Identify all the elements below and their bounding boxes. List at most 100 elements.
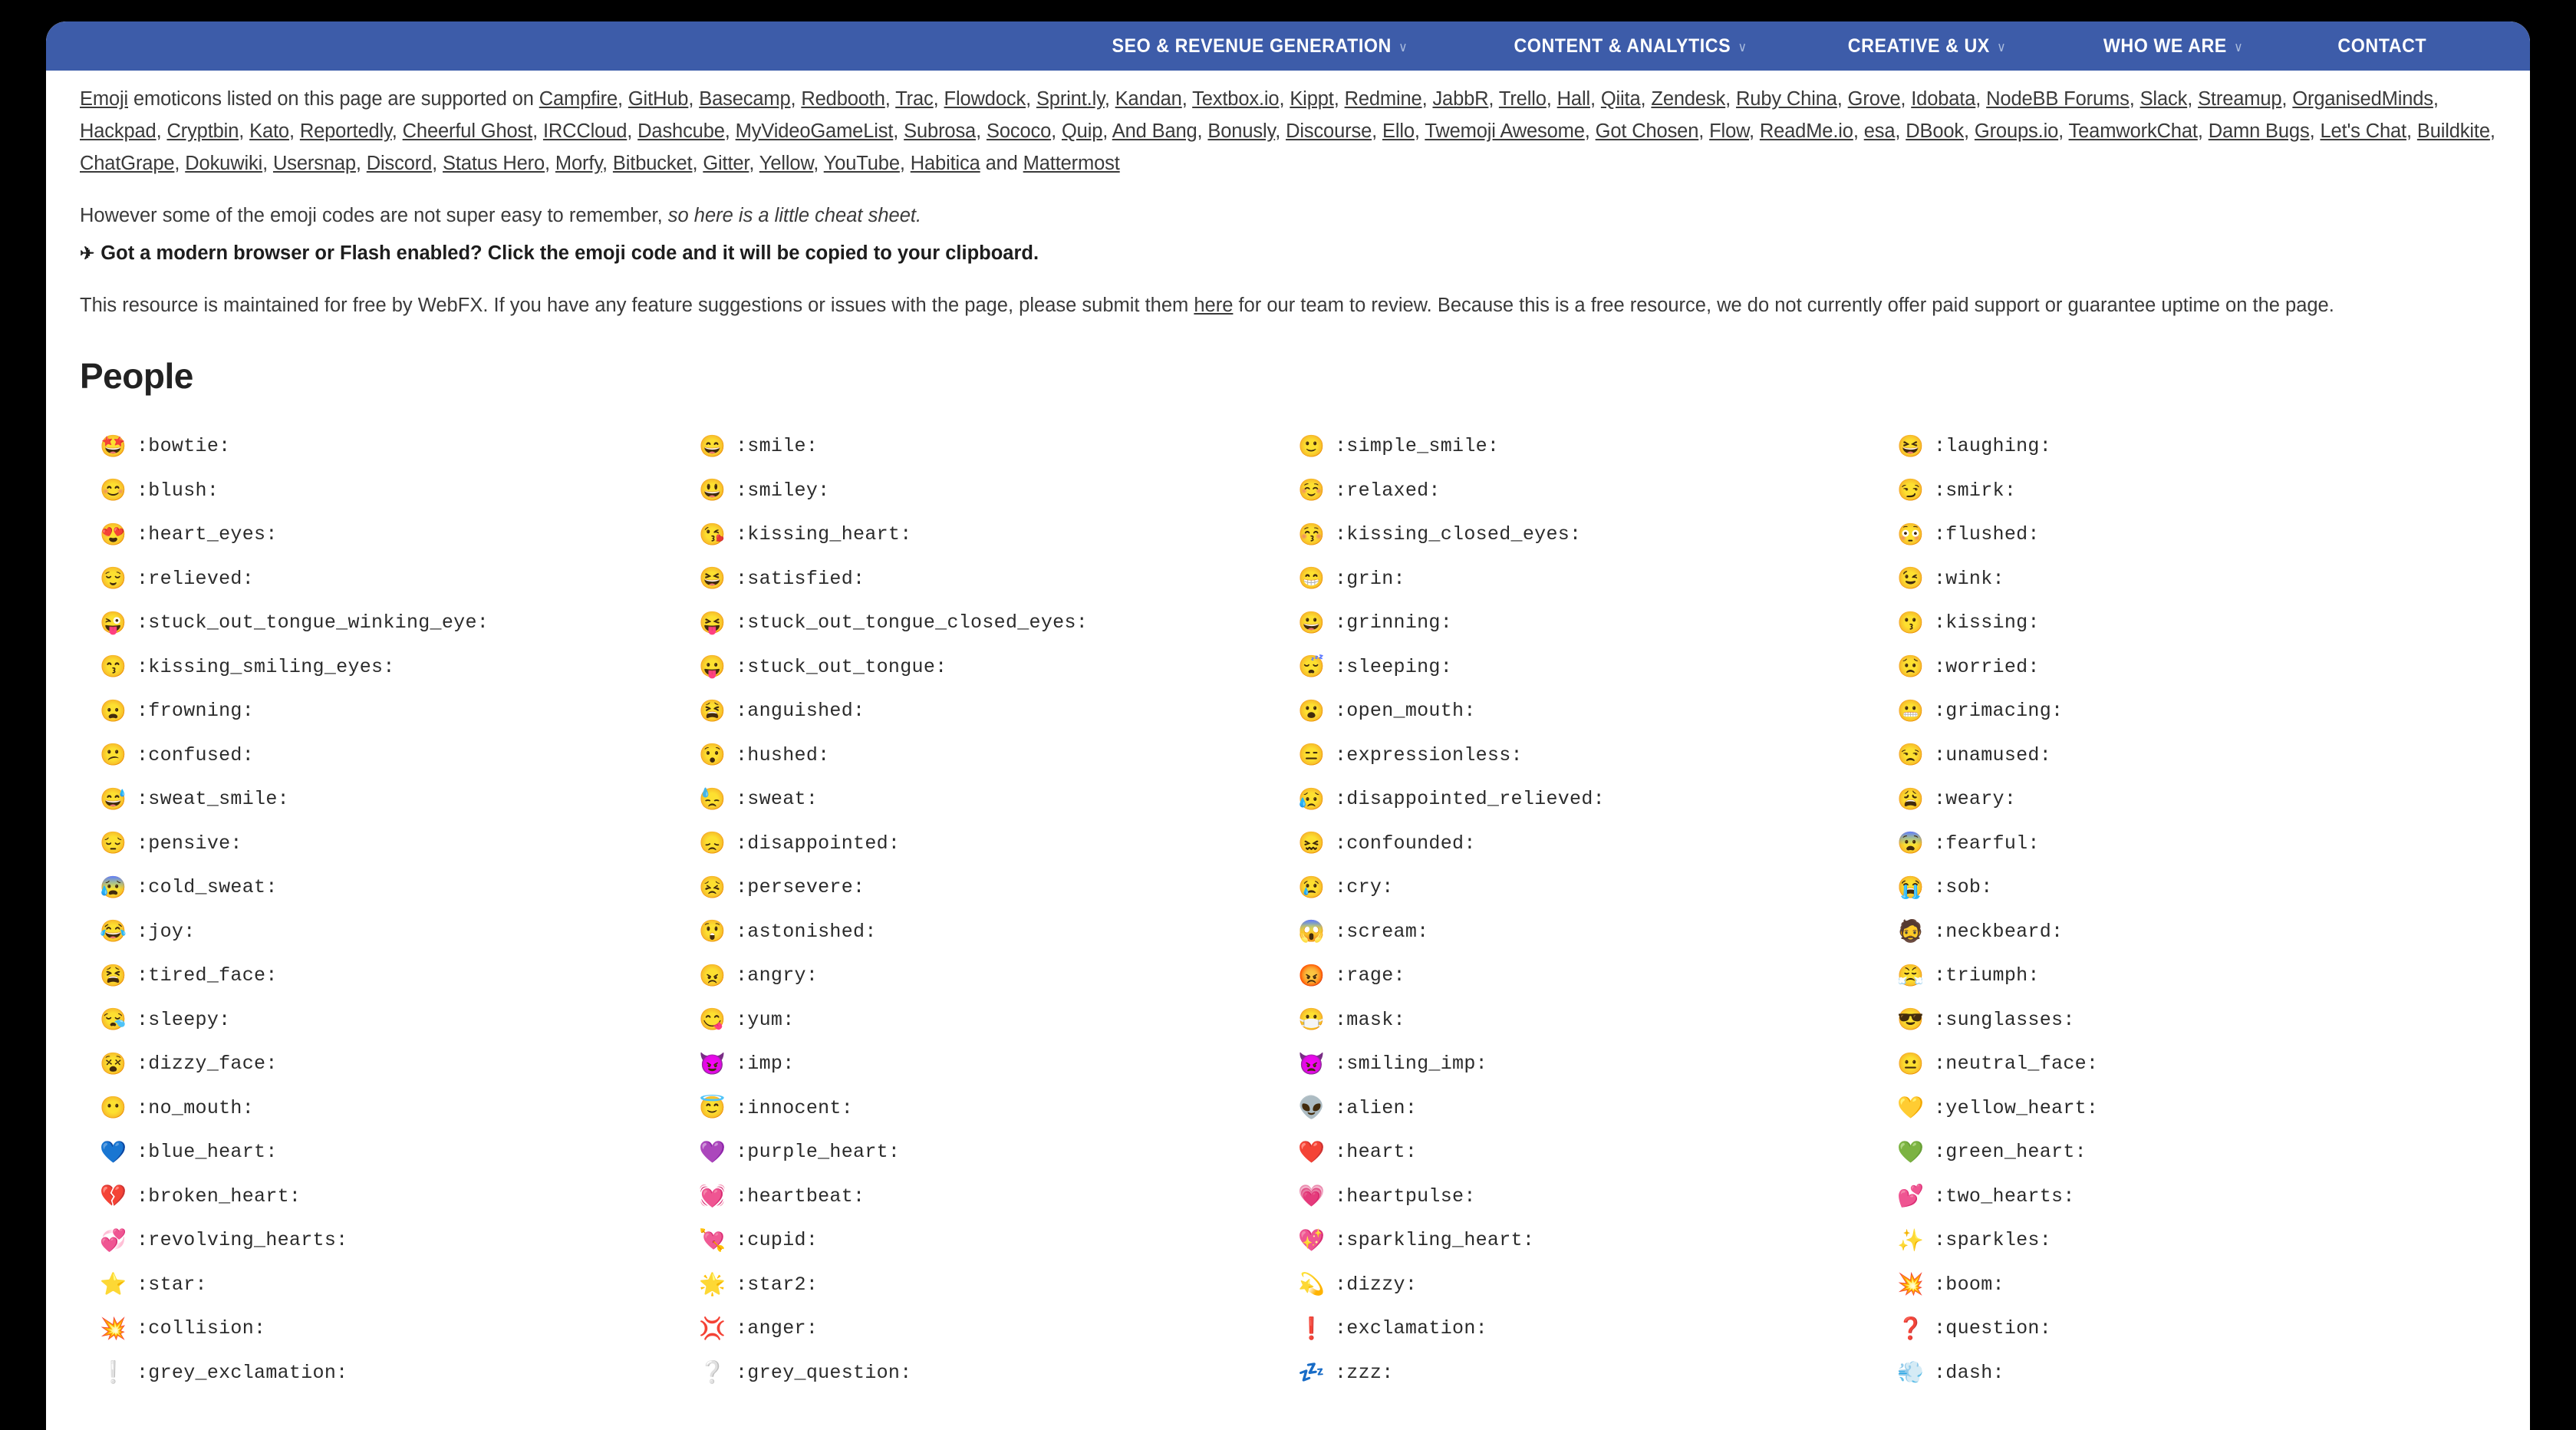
emoji-code-label[interactable]: :stuck_out_tongue_winking_eye: [137,611,489,634]
service-link[interactable]: TeamworkChat [2069,120,2198,142]
emoji-code-label[interactable]: :alien: [1335,1097,1417,1119]
service-link[interactable]: Groups.io [1975,120,2058,142]
emoji-code-label[interactable]: :sweat: [736,788,818,810]
emoji-code-label[interactable]: :grinning: [1335,611,1452,634]
emoji-code-label[interactable]: :worried: [1934,656,2040,678]
emoji-code-label[interactable]: :scream: [1335,921,1428,943]
emoji-row[interactable]: 💘:cupid: [699,1218,1298,1263]
service-link[interactable]: ReadMe.io [1760,120,1853,142]
emoji-code-label[interactable]: :question: [1934,1317,2051,1339]
service-link[interactable]: OrganisedMinds [2292,88,2433,110]
emoji-row[interactable]: 💓:heartbeat: [699,1175,1298,1219]
emoji-code-label[interactable]: :smiley: [736,479,829,502]
emoji-code-label[interactable]: :sunglasses: [1934,1009,2075,1031]
service-link[interactable]: Cheerful Ghost [403,120,533,142]
service-link[interactable]: Sprint.ly [1036,88,1105,110]
emoji-row[interactable]: 😛:stuck_out_tongue: [699,645,1298,690]
emoji-row[interactable]: 😳:flushed: [1897,512,2496,557]
service-link[interactable]: GitHub [628,88,689,110]
submit-here-link[interactable]: here [1194,295,1233,316]
emoji-row[interactable]: 😟:worried: [1897,645,2496,690]
emoji-row[interactable]: ✨:sparkles: [1897,1218,2496,1263]
emoji-row[interactable]: 😆:satisfied: [699,557,1298,601]
emoji-row[interactable]: 😫:tired_face: [100,954,699,998]
emoji-code-label[interactable]: :smirk: [1934,479,2016,502]
emoji-row[interactable]: ☺️:relaxed: [1298,469,1897,513]
service-link[interactable]: Trac [895,88,934,110]
emoji-row[interactable]: ❔:grey_question: [699,1351,1298,1395]
emoji-code-label[interactable]: :satisfied: [736,568,865,590]
emoji-code-label[interactable]: :broken_heart: [137,1185,301,1208]
emoji-code-label[interactable]: :grey_exclamation: [137,1362,348,1384]
emoji-code-label[interactable]: :kissing_smiling_eyes: [137,656,395,678]
service-link[interactable]: Got Chosen [1596,120,1699,142]
emoji-code-label[interactable]: :relaxed: [1335,479,1441,502]
emoji-code-label[interactable]: :expressionless: [1335,744,1523,766]
service-link[interactable]: Quip [1062,120,1102,142]
service-link[interactable]: Morfy [555,153,602,174]
emoji-code-label[interactable]: :rage: [1335,964,1405,987]
emoji-code-label[interactable]: :two_hearts: [1934,1185,2075,1208]
service-link[interactable]: DBook [1906,120,1964,142]
service-link[interactable]: Basecamp [699,88,790,110]
emoji-code-label[interactable]: :hushed: [736,744,829,766]
service-link[interactable]: Grove [1848,88,1901,110]
emoji-row[interactable]: 👿:smiling_imp: [1298,1042,1897,1086]
emoji-code-label[interactable]: :confused: [137,744,254,766]
emoji-row[interactable]: 💜:purple_heart: [699,1130,1298,1175]
emoji-code-label[interactable]: :angry: [736,964,818,987]
service-link[interactable]: Damn Bugs [2209,120,2310,142]
emoji-code-label[interactable]: :zzz: [1335,1362,1394,1384]
emoji-code-label[interactable]: :anguished: [736,700,865,722]
emoji-row[interactable]: ❗:exclamation: [1298,1306,1897,1351]
emoji-code-label[interactable]: :boom: [1934,1273,2004,1296]
emoji-row[interactable]: 😞:disappointed: [699,822,1298,866]
emoji-row[interactable]: 😜:stuck_out_tongue_winking_eye: [100,601,699,645]
emoji-code-label[interactable]: :heart_eyes: [137,523,278,545]
emoji-row[interactable]: 😦:frowning: [100,689,699,733]
service-link[interactable]: esa [1864,120,1896,142]
emoji-row[interactable]: 😋:yum: [699,998,1298,1043]
nav-item-creative-ux[interactable]: CREATIVE & UX ∨ [1848,35,2007,58]
emoji-row[interactable]: 😶:no_mouth: [100,1086,699,1131]
emoji-code-label[interactable]: :yellow_heart: [1934,1097,2098,1119]
emoji-row[interactable]: 😐:neutral_face: [1897,1042,2496,1086]
emoji-code-label[interactable]: :cry: [1335,876,1394,898]
emoji-code-label[interactable]: :neutral_face: [1934,1053,2098,1075]
emoji-row[interactable]: 😭:sob: [1897,865,2496,910]
emoji-row[interactable]: 😈:imp: [699,1042,1298,1086]
nav-item-seo-revenue-generation[interactable]: SEO & REVENUE GENERATION ∨ [1112,35,1408,58]
emoji-row[interactable]: 😝:stuck_out_tongue_closed_eyes: [699,601,1298,645]
service-link[interactable]: Bitbucket [613,153,693,174]
emoji-row[interactable]: 💤:zzz: [1298,1351,1897,1395]
emoji-code-label[interactable]: :dash: [1934,1362,2004,1384]
service-link[interactable]: Streamup [2198,88,2282,110]
service-link[interactable]: Idobata [1911,88,1975,110]
nav-item-contact[interactable]: CONTACT [2338,35,2427,58]
emoji-row[interactable]: 😲:astonished: [699,910,1298,954]
emoji-code-label[interactable]: :disappointed_relieved: [1335,788,1605,810]
service-link[interactable]: Sococo [987,120,1051,142]
emoji-row[interactable]: 😣:persevere: [699,865,1298,910]
emoji-code-label[interactable]: :neckbeard: [1934,921,2063,943]
emoji-row[interactable]: 😉:wink: [1897,557,2496,601]
emoji-code-label[interactable]: :sleepy: [137,1009,230,1031]
emoji-row[interactable]: 😍:heart_eyes: [100,512,699,557]
emoji-row[interactable]: 😰:cold_sweat: [100,865,699,910]
service-link[interactable]: Dashcube [637,120,725,142]
service-link[interactable]: Kato [249,120,289,142]
service-link[interactable]: YouTube [824,153,900,174]
emoji-code-label[interactable]: :wink: [1934,568,2004,590]
service-link[interactable]: Ruby China [1736,88,1837,110]
service-link[interactable]: Textbox.io [1192,88,1279,110]
emoji-code-label[interactable]: :innocent: [736,1097,853,1119]
emoji-code-label[interactable]: :purple_heart: [736,1141,900,1163]
emoji-row[interactable]: 😘:kissing_heart: [699,512,1298,557]
emoji-row[interactable]: 😅:sweat_smile: [100,777,699,822]
emoji-row[interactable]: 💨:dash: [1897,1351,2496,1395]
emoji-row[interactable]: 😂:joy: [100,910,699,954]
emoji-code-label[interactable]: :simple_smile: [1335,435,1499,457]
service-link[interactable]: Hackpad [80,120,156,142]
emoji-row[interactable]: 💥:boom: [1897,1263,2496,1307]
emoji-code-label[interactable]: :star2: [736,1273,818,1296]
